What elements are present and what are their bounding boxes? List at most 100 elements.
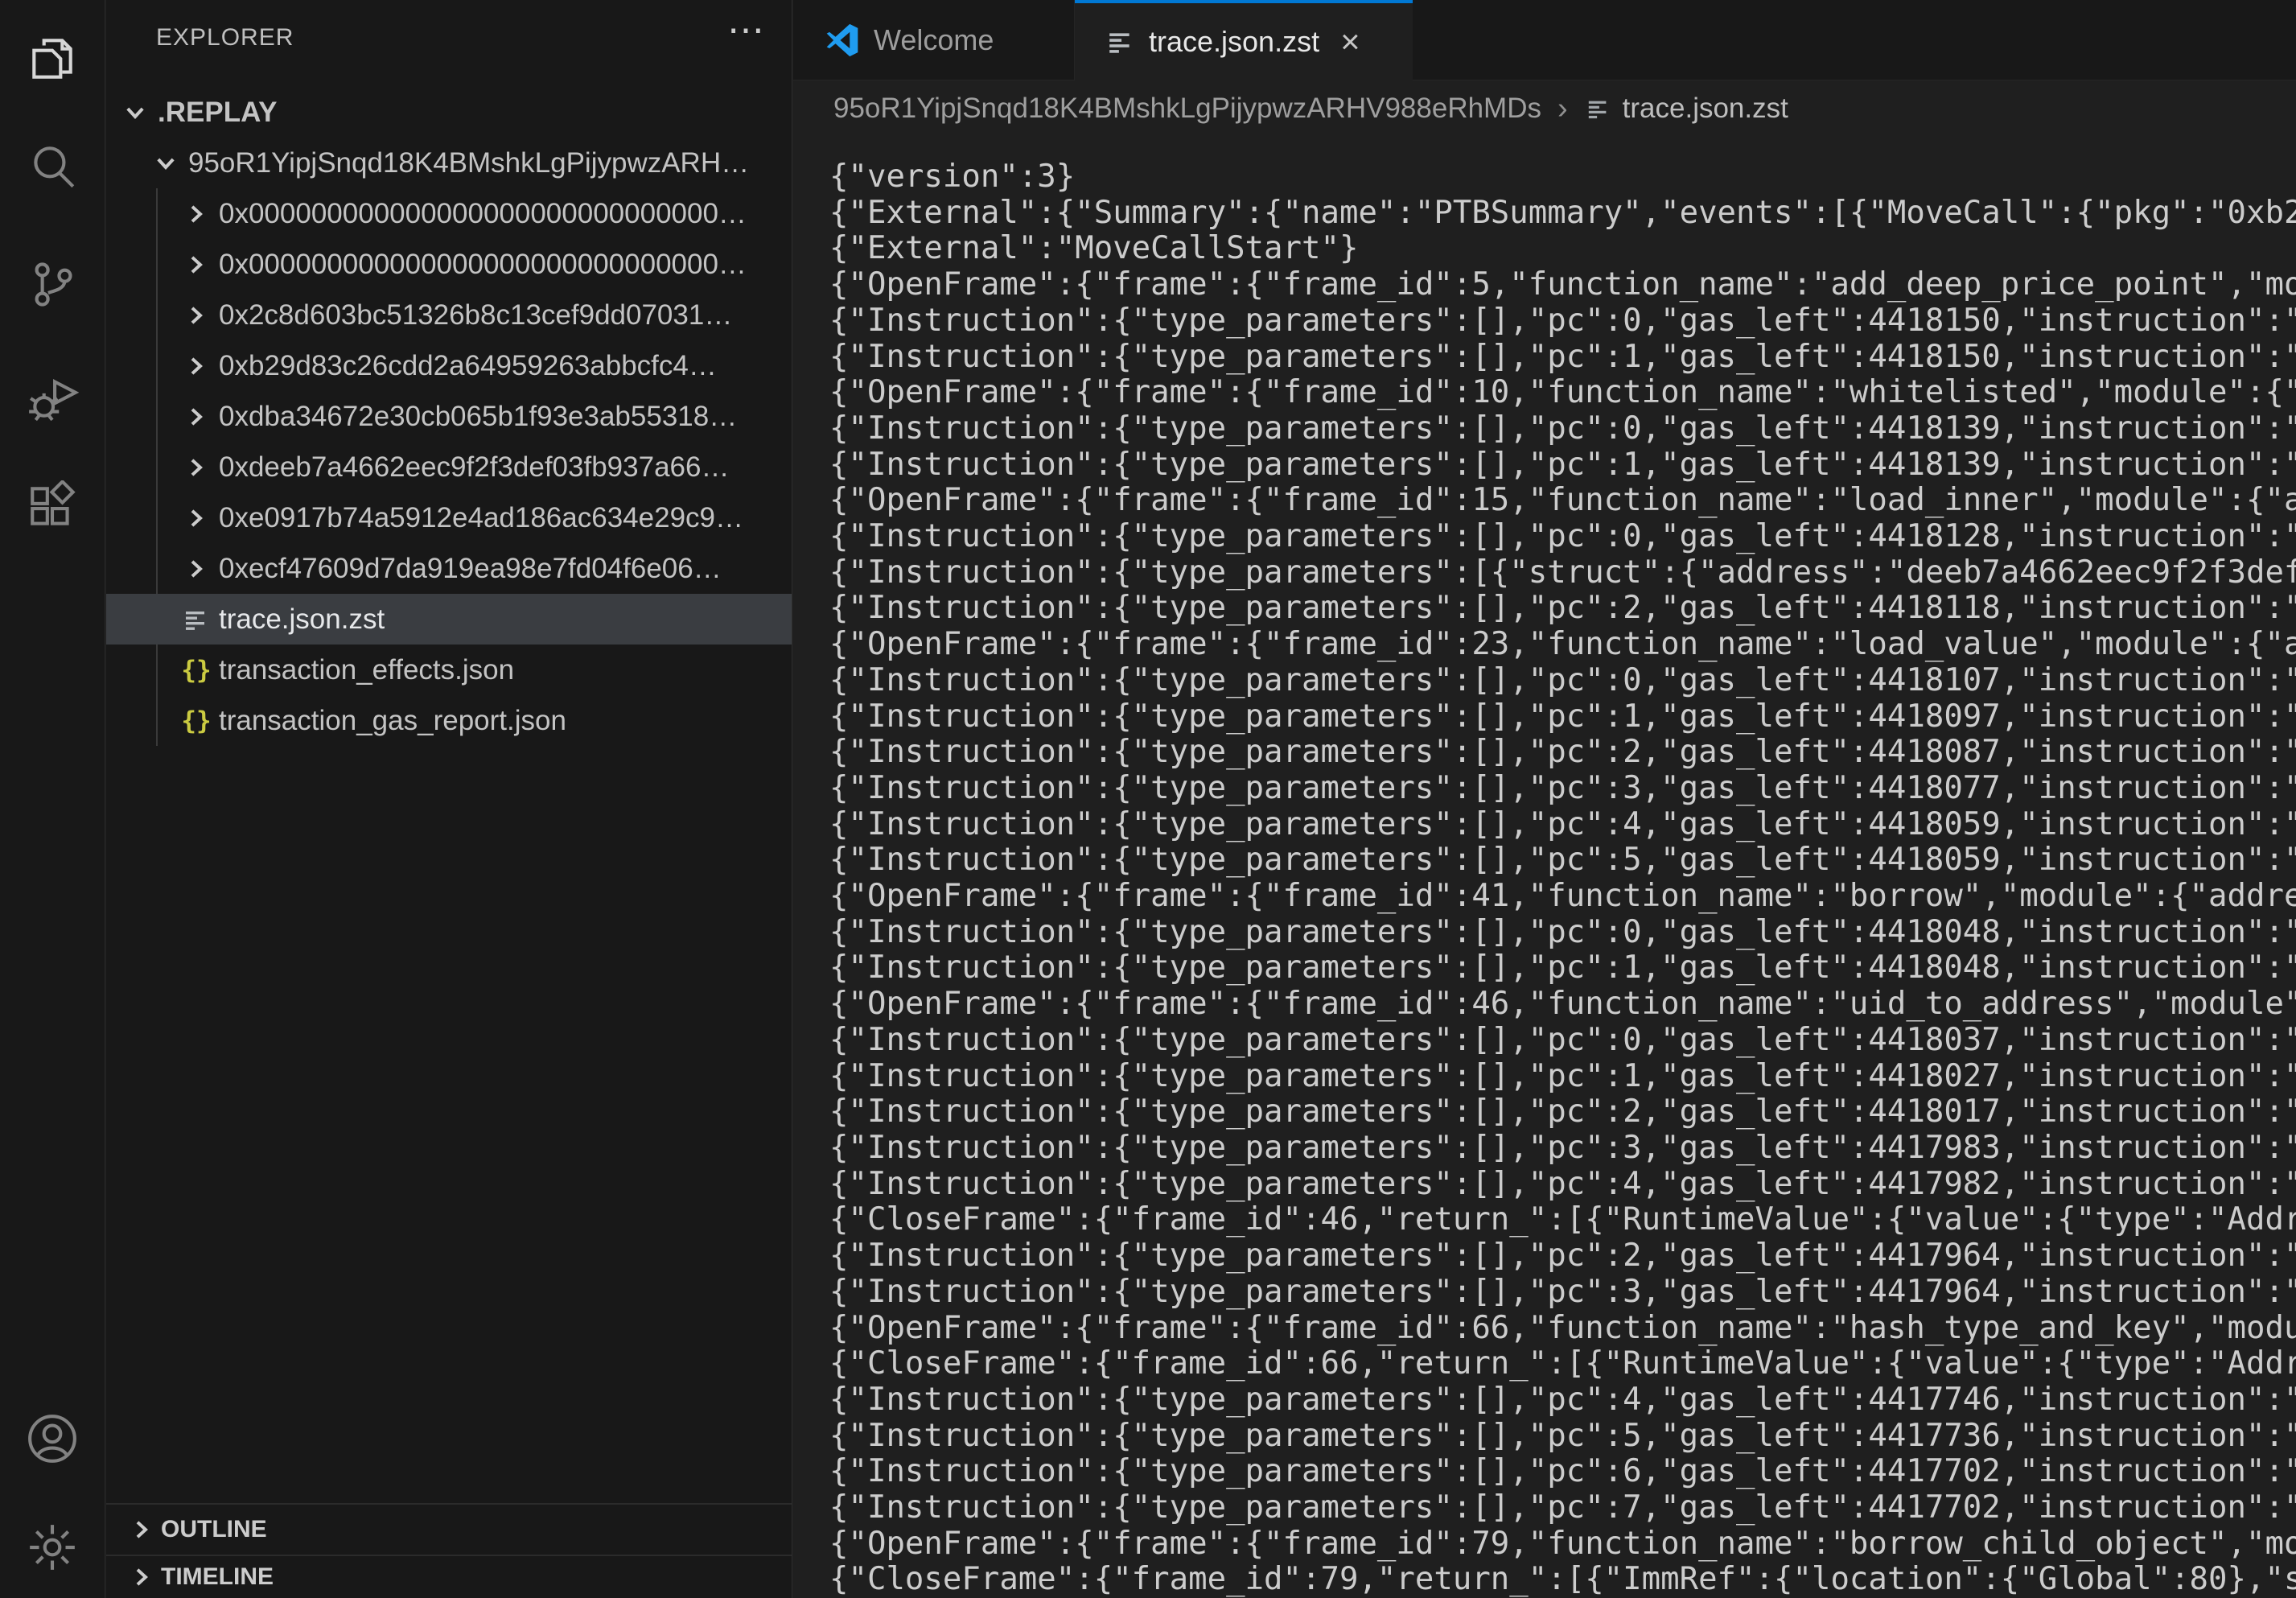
vscode-logo-icon xyxy=(825,23,859,57)
editor-line: {"Instruction":{"type_parameters":[],"pc… xyxy=(829,411,2296,447)
tab-label: Welcome xyxy=(874,23,994,57)
tree-item-0xe0917b74a5912e4ad186ac634e29[interactable]: 0xe0917b74a5912e4ad186ac634e29c9… xyxy=(106,492,792,543)
editor-line: {"Instruction":{"type_parameters":[],"pc… xyxy=(829,950,2296,986)
extensions-activity-button[interactable] xyxy=(0,468,105,549)
sidebar-title: EXPLORER xyxy=(156,24,792,64)
breadcrumb-folder[interactable]: 95oR1YipjSnqd18K4BMshkLgPijypwzARHV988eR… xyxy=(833,93,1541,125)
tree-item-label: 0xdeeb7a4662eec9f2f3def03fb937a66… xyxy=(219,451,729,484)
breadcrumb-separator-icon: › xyxy=(1557,92,1568,126)
outline-label: OUTLINE xyxy=(161,1516,267,1543)
editor-line: {"Instruction":{"type_parameters":[],"pc… xyxy=(829,699,2296,735)
tree-item-0xb29d83c26cdd2a64959263abbcfc[interactable]: 0xb29d83c26cdd2a64959263abbcfc4… xyxy=(106,340,792,391)
editor-line: {"Instruction":{"type_parameters":[],"pc… xyxy=(829,1167,2296,1203)
chevron-right-icon xyxy=(127,1563,156,1592)
tree-item-0xdeeb7a4662eec9f2f3def03fb937[interactable]: 0xdeeb7a4662eec9f2f3def03fb937a66… xyxy=(106,442,792,492)
tree-item-label: 0x000000000000000000000000000000… xyxy=(219,198,747,230)
editor-line: {"Instruction":{"type_parameters":[],"pc… xyxy=(829,1059,2296,1095)
timeline-section-header[interactable]: TIMELINE xyxy=(106,1555,792,1598)
editor-line: {"Instruction":{"type_parameters":[],"pc… xyxy=(829,663,2296,699)
editor-line: {"version":3} xyxy=(829,159,2296,196)
tree-item-0x0000000000000000000000000000[interactable]: 0x000000000000000000000000000000… xyxy=(106,188,792,239)
editor-line: {"CloseFrame":{"frame_id":79,"return_":[… xyxy=(829,1562,2296,1598)
tree-item-label: trace.json.zst xyxy=(219,603,385,636)
breadcrumb-file[interactable]: trace.json.zst xyxy=(1584,93,1788,125)
chevron-right-icon xyxy=(182,200,211,229)
tree-item-0xdba34672e30cb065b1f93e3ab553[interactable]: 0xdba34672e30cb065b1f93e3ab55318… xyxy=(106,391,792,442)
tree-item--replay[interactable]: .REPLAY xyxy=(106,87,792,138)
editor-line: {"OpenFrame":{"frame":{"frame_id":23,"fu… xyxy=(829,627,2296,663)
run-debug-activity-button[interactable] xyxy=(0,358,105,439)
editor-line: {"CloseFrame":{"frame_id":46,"return_":[… xyxy=(829,1202,2296,1238)
editor-line: {"Instruction":{"type_parameters":[],"pc… xyxy=(829,1419,2296,1455)
editor-line: {"Instruction":{"type_parameters":[],"pc… xyxy=(829,1275,2296,1311)
tree-item-trace-json-zst[interactable]: trace.json.zst xyxy=(106,594,792,645)
tree-item-0xecf47609d7da919ea98e7fd04f6e[interactable]: 0xecf47609d7da919ea98e7fd04f6e06… xyxy=(106,543,792,594)
editor-line: {"Instruction":{"type_parameters":[],"pc… xyxy=(829,807,2296,843)
editor-line: {"Instruction":{"type_parameters":[],"pc… xyxy=(829,1023,2296,1059)
editor-line: {"OpenFrame":{"frame":{"frame_id":10,"fu… xyxy=(829,375,2296,411)
search-activity-button[interactable] xyxy=(0,129,105,209)
editor-line: {"Instruction":{"type_parameters":[],"pc… xyxy=(829,519,2296,555)
editor-line: {"Instruction":{"type_parameters":[],"pc… xyxy=(829,303,2296,340)
file-tree: .REPLAY 95oR1YipjSnqd18K4BMshkLgPijypwzAR… xyxy=(106,87,792,746)
tab-bar: Welcome trace.json.zst × xyxy=(793,0,2296,80)
editor-line: {"OpenFrame":{"frame":{"frame_id":46,"fu… xyxy=(829,986,2296,1023)
source-control-activity-button[interactable] xyxy=(0,245,105,326)
editor-line: {"Instruction":{"type_parameters":[],"pc… xyxy=(829,340,2296,376)
editor-content[interactable]: {"version":3}{"External":{"Summary":{"na… xyxy=(793,137,2296,1598)
tree-item-label: 0xe0917b74a5912e4ad186ac634e29c9… xyxy=(219,502,743,534)
chevron-right-icon xyxy=(127,1515,156,1544)
chevron-down-icon xyxy=(121,98,150,127)
search-icon xyxy=(26,141,79,198)
tree-item-0x0000000000000000000000000000[interactable]: 0x000000000000000000000000000000… xyxy=(106,239,792,290)
explorer-sidebar: EXPLORER ⋯ .REPLAY 95oR1YipjSnqd18K4BMshk… xyxy=(106,0,792,1598)
file-lines-icon xyxy=(1107,28,1134,56)
tree-item-label: transaction_gas_report.json xyxy=(219,705,566,737)
outline-section-header[interactable]: OUTLINE xyxy=(106,1503,792,1555)
editor-line: {"OpenFrame":{"frame":{"frame_id":79,"fu… xyxy=(829,1526,2296,1563)
tab-welcome[interactable]: Welcome xyxy=(793,0,1075,80)
editor-line: {"Instruction":{"type_parameters":[],"pc… xyxy=(829,447,2296,484)
chevron-right-icon xyxy=(182,402,211,431)
editor-line: {"Instruction":{"type_parameters":[],"pc… xyxy=(829,1382,2296,1419)
chevron-right-icon xyxy=(182,504,211,533)
tree-item-transaction-gas-report-json[interactable]: {}transaction_gas_report.json xyxy=(106,695,792,746)
editor-line: {"OpenFrame":{"frame":{"frame_id":15,"fu… xyxy=(829,483,2296,519)
file-lines-icon xyxy=(182,605,211,634)
editor-line: {"Instruction":{"type_parameters":[],"pc… xyxy=(829,735,2296,771)
chevron-right-icon xyxy=(182,352,211,381)
account-button[interactable] xyxy=(0,1400,105,1481)
explorer-activity-button[interactable] xyxy=(0,20,105,101)
tree-item-95or1yipjsnqd18k4bmshklgpijypw[interactable]: 95oR1YipjSnqd18K4BMshkLgPijypwzARH… xyxy=(106,138,792,188)
files-icon xyxy=(26,32,79,89)
chevron-down-icon xyxy=(151,149,180,178)
extensions-icon xyxy=(26,480,79,537)
chevron-right-icon xyxy=(182,453,211,482)
tree-item-label: 0xecf47609d7da919ea98e7fd04f6e06… xyxy=(219,553,722,585)
editor-line: {"Instruction":{"type_parameters":[],"pc… xyxy=(829,1131,2296,1167)
editor-line: {"OpenFrame":{"frame":{"frame_id":41,"fu… xyxy=(829,879,2296,915)
source-control-icon xyxy=(26,257,79,315)
editor-group: Welcome trace.json.zst × 95oR1YipjSnqd18… xyxy=(793,0,2296,1598)
editor-line: {"Instruction":{"type_parameters":[],"pc… xyxy=(829,771,2296,807)
tree-item-label: .REPLAY xyxy=(158,97,277,129)
tree-item-transaction-effects-json[interactable]: {}transaction_effects.json xyxy=(106,645,792,695)
gear-icon xyxy=(26,1521,79,1578)
breadcrumb-file-label: trace.json.zst xyxy=(1623,93,1788,125)
editor-line: {"CloseFrame":{"frame_id":66,"return_":[… xyxy=(829,1346,2296,1382)
tree-item-label: 95oR1YipjSnqd18K4BMshkLgPijypwzARH… xyxy=(188,147,749,179)
editor-line: {"External":"MoveCallStart"} xyxy=(829,231,2296,267)
activity-bar xyxy=(0,0,105,1598)
editor-line: {"Instruction":{"type_parameters":[],"pc… xyxy=(829,1094,2296,1131)
tab-trace-json-zst[interactable]: trace.json.zst × xyxy=(1075,0,1413,80)
timeline-label: TIMELINE xyxy=(161,1563,274,1591)
more-actions-icon[interactable]: ⋯ xyxy=(727,11,764,48)
json-braces-icon: {} xyxy=(182,656,211,685)
tree-item-0x2c8d603bc51326b8c13cef9dd070[interactable]: 0x2c8d603bc51326b8c13cef9dd07031… xyxy=(106,290,792,340)
editor-line: {"Instruction":{"type_parameters":[],"pc… xyxy=(829,1454,2296,1490)
breadcrumb: 95oR1YipjSnqd18K4BMshkLgPijypwzARHV988eR… xyxy=(793,80,2296,137)
tree-item-label: 0x000000000000000000000000000000… xyxy=(219,249,747,281)
close-icon[interactable]: × xyxy=(1340,25,1360,59)
chevron-right-icon xyxy=(182,301,211,330)
settings-button[interactable] xyxy=(0,1509,105,1589)
